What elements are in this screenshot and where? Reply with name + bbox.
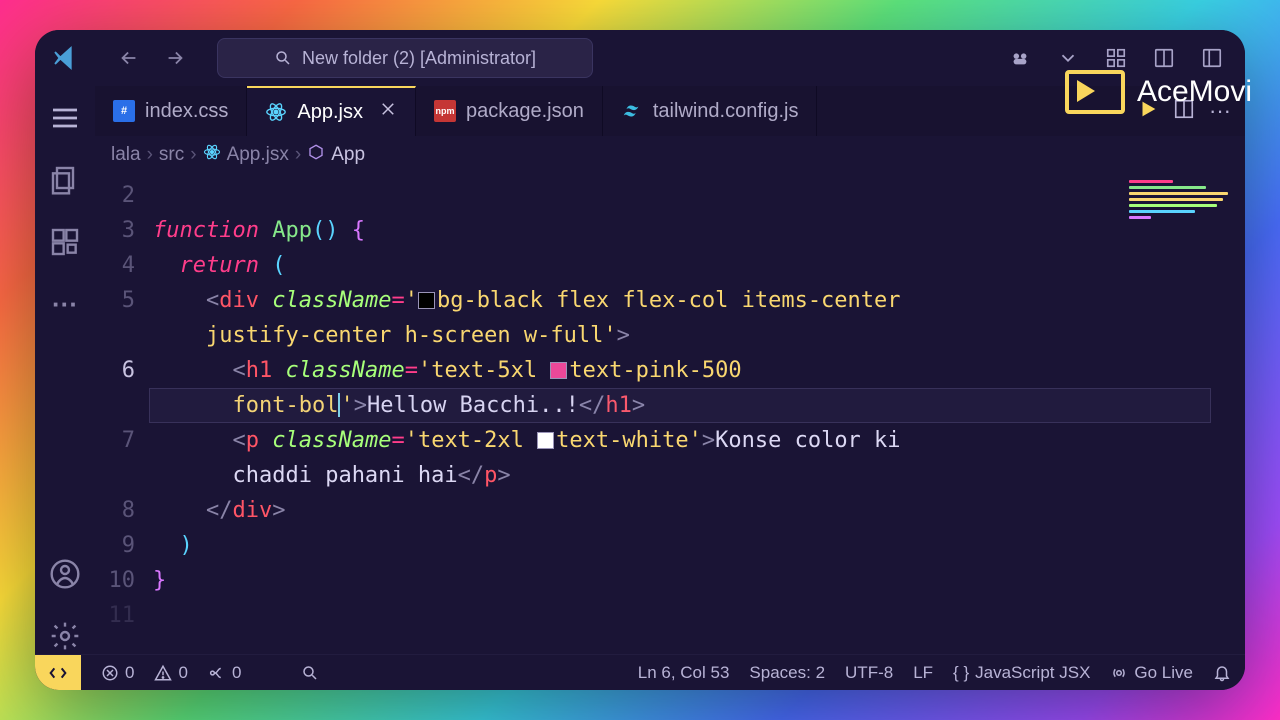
vscode-logo-icon[interactable]: [49, 42, 81, 74]
eol[interactable]: LF: [913, 663, 933, 683]
close-tab-icon[interactable]: [379, 100, 397, 124]
chevron-right-icon: ›: [147, 144, 153, 166]
explorer-icon[interactable]: [47, 162, 83, 198]
language-mode[interactable]: { } JavaScript JSX: [953, 663, 1090, 683]
encoding[interactable]: UTF-8: [845, 663, 893, 683]
chevron-right-icon: ›: [190, 144, 196, 166]
ports-indicator[interactable]: 0: [208, 663, 241, 683]
breadcrumb[interactable]: lala › src › App.jsx › App: [95, 136, 1245, 174]
remote-button[interactable]: [35, 655, 81, 691]
breadcrumb-item[interactable]: App.jsx: [227, 144, 289, 166]
tab-package-json[interactable]: npm package.json: [416, 86, 603, 136]
status-bar: 0 0 0 Ln 6, Col 53 Spaces: 2 UTF-8 LF { …: [35, 654, 1245, 690]
problems-errors[interactable]: 0: [101, 663, 134, 683]
acemovi-brand-text: AceMovi: [1137, 75, 1252, 109]
chevron-down-icon[interactable]: [1053, 43, 1083, 73]
color-swatch-white: [537, 432, 554, 449]
acemovi-logo-icon: [1065, 70, 1125, 114]
tab-label: package.json: [466, 100, 584, 123]
settings-gear-icon[interactable]: [47, 618, 83, 654]
titlebar: New folder (2) [Administrator]: [35, 30, 1245, 86]
forward-button[interactable]: [157, 40, 193, 76]
breadcrumb-symbol[interactable]: App: [331, 144, 365, 166]
editor-pane[interactable]: 2 3 4 5 6 7 8 9 10 11 fu: [95, 174, 1245, 654]
command-center-search[interactable]: New folder (2) [Administrator]: [217, 38, 593, 78]
indentation[interactable]: Spaces: 2: [749, 663, 825, 683]
back-button[interactable]: [111, 40, 147, 76]
more-dots-icon[interactable]: ···: [47, 286, 83, 322]
breadcrumb-item[interactable]: src: [159, 144, 184, 166]
line-number-gutter: 2 3 4 5 6 7 8 9 10 11: [95, 174, 149, 654]
zoom-icon[interactable]: [301, 664, 319, 682]
layout-sidebar-icon[interactable]: [1197, 43, 1227, 73]
problems-warnings[interactable]: 0: [154, 663, 187, 683]
watermark-brand: AceMovi: [1065, 70, 1252, 114]
chevron-right-icon: ›: [295, 144, 301, 166]
react-file-icon: [265, 101, 287, 123]
react-file-icon: [203, 143, 221, 167]
tab-app-jsx[interactable]: App.jsx: [247, 86, 416, 136]
css-file-icon: #: [113, 100, 135, 122]
go-live-button[interactable]: Go Live: [1110, 663, 1193, 683]
extensions-icon[interactable]: [47, 224, 83, 260]
layout-panel-icon[interactable]: [1149, 43, 1179, 73]
activity-bar: ···: [35, 86, 95, 654]
tab-label: tailwind.config.js: [653, 100, 799, 123]
accounts-icon[interactable]: [47, 556, 83, 592]
copilot-icon[interactable]: [1005, 43, 1035, 73]
breadcrumb-item[interactable]: lala: [111, 144, 141, 166]
vscode-window: New folder (2) [Administrator]: [35, 30, 1245, 690]
minimap[interactable]: [1129, 180, 1239, 240]
cursor-position[interactable]: Ln 6, Col 53: [638, 663, 730, 683]
color-swatch-pink: [550, 362, 567, 379]
color-swatch-black: [418, 292, 435, 309]
code-content[interactable]: function App() { return ( <div className…: [149, 174, 1245, 654]
braces-icon: { }: [953, 663, 969, 683]
tab-index-css[interactable]: # index.css: [95, 86, 247, 136]
tab-label: App.jsx: [297, 101, 363, 124]
search-placeholder-text: New folder (2) [Administrator]: [302, 48, 536, 69]
tab-label: index.css: [145, 100, 228, 123]
layout-grid-icon[interactable]: [1101, 43, 1131, 73]
symbol-icon: [307, 143, 325, 167]
tab-tailwind-config[interactable]: tailwind.config.js: [603, 86, 818, 136]
notifications-bell-icon[interactable]: [1213, 664, 1231, 682]
menu-button[interactable]: [40, 100, 90, 136]
npm-file-icon: npm: [434, 100, 456, 122]
tailwind-file-icon: [621, 100, 643, 122]
